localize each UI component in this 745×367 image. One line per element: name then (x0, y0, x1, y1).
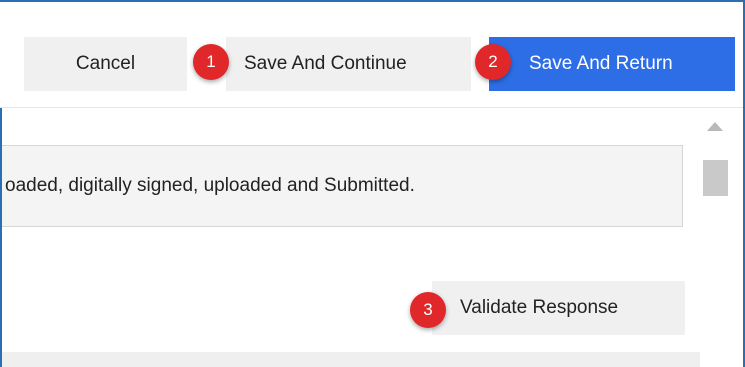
validate-response-label: Validate Response (460, 297, 619, 318)
step-badge-1: 1 (193, 44, 229, 80)
content-panel: oaded, digitally signed, uploaded and Su… (2, 108, 702, 367)
scroll-thumb[interactable] (703, 160, 728, 196)
status-message-text: oaded, digitally signed, uploaded and Su… (5, 175, 415, 196)
validate-response-button[interactable]: Validate Response (432, 281, 685, 335)
save-and-return-label: Save And Return (529, 53, 673, 74)
save-and-return-button[interactable]: Save And Return (489, 37, 735, 91)
step-badge-3: 3 (410, 292, 446, 328)
save-and-continue-label: Save And Continue (244, 53, 407, 74)
window-frame: Cancel Save And Continue Save And Return… (0, 0, 745, 367)
vertical-scrollbar[interactable] (700, 108, 743, 367)
scroll-up-arrow-icon[interactable] (707, 122, 723, 131)
footer-strip (2, 352, 702, 367)
action-toolbar: Cancel Save And Continue Save And Return… (0, 2, 743, 108)
status-message-box: oaded, digitally signed, uploaded and Su… (2, 145, 683, 227)
cancel-button[interactable]: Cancel (24, 37, 187, 91)
step-badge-2: 2 (475, 44, 511, 80)
save-and-continue-button[interactable]: Save And Continue (226, 37, 471, 91)
